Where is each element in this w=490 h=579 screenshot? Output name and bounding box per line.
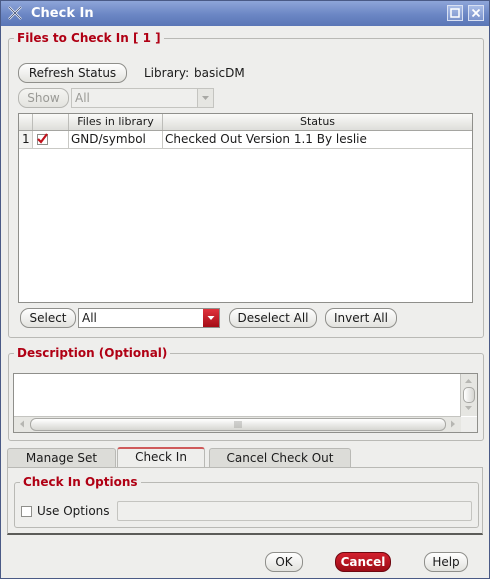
grip-icon [234, 421, 242, 428]
scroll-left-arrow-icon[interactable] [15, 417, 29, 431]
ok-button[interactable]: OK [265, 552, 303, 572]
library-value: basicDM [194, 66, 245, 80]
show-filter-value: All [75, 91, 90, 105]
vertical-scrollbar[interactable] [460, 374, 477, 416]
table-row[interactable]: 1 GND/symbol Checked Out Version 1.1 By … [19, 131, 472, 149]
horizontal-scroll-thumb[interactable] [30, 418, 446, 431]
close-icon [471, 8, 481, 18]
title-bar[interactable]: Check In [1, 1, 489, 26]
tab-cancel-check-out[interactable]: Cancel Check Out [209, 448, 351, 468]
description-group-title: Description (Optional) [14, 346, 171, 360]
select-combo[interactable]: All [78, 308, 220, 328]
refresh-status-button[interactable]: Refresh Status [18, 63, 127, 83]
close-button[interactable] [468, 5, 484, 21]
library-label: Library: [144, 66, 190, 80]
show-button[interactable]: Show [18, 88, 69, 108]
select-combo-value: All [82, 311, 97, 325]
use-options-label: Use Options [37, 504, 110, 518]
maximize-button[interactable] [447, 5, 463, 21]
files-table[interactable]: Files in library Status 1 GND/symbol Che… [18, 113, 473, 303]
row-index: 1 [19, 131, 33, 148]
column-header-files[interactable]: Files in library [69, 114, 163, 130]
table-header: Files in library Status [19, 114, 472, 131]
files-group-title: Files to Check In [ 1 ] [14, 31, 164, 45]
chevron-down-icon [202, 96, 209, 100]
vertical-scroll-thumb[interactable] [463, 387, 475, 403]
column-header-status[interactable]: Status [163, 114, 472, 130]
invert-all-button[interactable]: Invert All [325, 308, 397, 328]
checkmark-icon [37, 133, 48, 144]
app-x-icon [8, 6, 22, 20]
cancel-button[interactable]: Cancel [335, 552, 391, 572]
row-status: Checked Out Version 1.1 By leslie [165, 132, 367, 146]
scroll-down-arrow-icon[interactable] [461, 403, 476, 414]
help-button[interactable]: Help [424, 552, 468, 572]
row-file: GND/symbol [69, 131, 163, 148]
check-in-dialog: Check In Files to Check In [ 1 ] Refresh… [0, 0, 490, 579]
description-textarea[interactable] [13, 373, 478, 433]
check-in-options-title: Check In Options [20, 475, 141, 489]
select-button[interactable]: Select [20, 308, 76, 328]
use-options-checkbox[interactable] [21, 506, 32, 517]
horizontal-scrollbar[interactable] [14, 416, 461, 432]
use-options-field [117, 501, 472, 521]
window-title: Check In [31, 6, 94, 21]
scroll-right-arrow-icon[interactable] [446, 417, 460, 431]
tab-check-in[interactable]: Check In [117, 447, 205, 468]
deselect-all-button[interactable]: Deselect All [229, 308, 317, 328]
show-filter-combo[interactable]: All [71, 88, 214, 108]
maximize-icon [450, 8, 460, 18]
scroll-up-arrow-icon[interactable] [461, 375, 476, 386]
row-checkbox[interactable] [33, 131, 69, 148]
chevron-down-icon [207, 316, 215, 320]
tab-manage-set[interactable]: Manage Set [7, 448, 116, 468]
